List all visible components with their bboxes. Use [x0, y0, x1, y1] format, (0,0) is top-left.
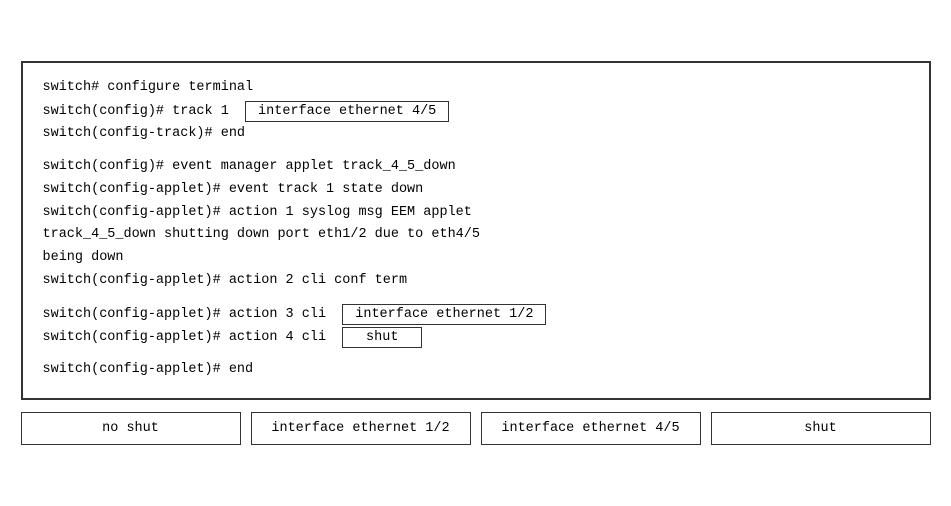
line-8: being down	[43, 248, 909, 269]
spacer-1	[43, 147, 909, 157]
line-4: switch(config)# event manager applet tra…	[43, 157, 909, 178]
bottom-buttons-row: no shut interface ethernet 1/2 interface…	[21, 412, 931, 445]
spacer-2	[43, 294, 909, 304]
line-7: track_4_5_down shutting down port eth1/2…	[43, 225, 909, 246]
no-shut-button[interactable]: no shut	[21, 412, 241, 445]
line-action4-prefix: switch(config-applet)# action 4 cli	[43, 330, 343, 345]
line-2-prefix: switch(config)# track 1	[43, 104, 246, 119]
line-1: switch# configure terminal	[43, 78, 909, 99]
action4-shut-box: shut	[342, 327, 422, 348]
line-2-row: switch(config)# track 1 interface ethern…	[43, 101, 909, 122]
track-interface-box: interface ethernet 4/5	[245, 101, 449, 122]
line-3: switch(config-track)# end	[43, 124, 909, 145]
line-5: switch(config-applet)# event track 1 sta…	[43, 180, 909, 201]
line-end: switch(config-applet)# end	[43, 360, 909, 381]
line-action3-row: switch(config-applet)# action 3 cli inte…	[43, 304, 909, 325]
line-9: switch(config-applet)# action 2 cli conf…	[43, 271, 909, 292]
action3-interface-box: interface ethernet 1/2	[342, 304, 546, 325]
terminal-container: switch# configure terminal switch(config…	[21, 61, 931, 400]
spacer-3	[43, 350, 909, 360]
interface-ethernet-4-5-button[interactable]: interface ethernet 4/5	[481, 412, 701, 445]
interface-ethernet-1-2-button[interactable]: interface ethernet 1/2	[251, 412, 471, 445]
line-action3-prefix: switch(config-applet)# action 3 cli	[43, 307, 343, 322]
shut-button[interactable]: shut	[711, 412, 931, 445]
line-6: switch(config-applet)# action 1 syslog m…	[43, 203, 909, 224]
line-action4-row: switch(config-applet)# action 4 cli shut	[43, 327, 909, 348]
